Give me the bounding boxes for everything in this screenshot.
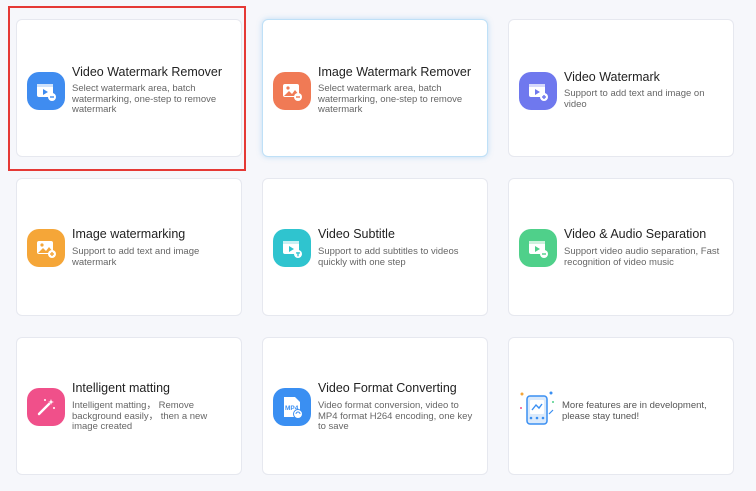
video-watermark-remover-icon	[27, 72, 65, 110]
card-description: Support video audio separation, Fast rec…	[564, 246, 720, 268]
video-audio-separation-icon	[519, 229, 557, 267]
card-description: Support to add text and image watermark	[72, 246, 200, 268]
card-title: Video Watermark	[564, 70, 660, 84]
video-watermark-icon	[519, 72, 557, 110]
image-watermark-remover-icon	[273, 72, 311, 110]
card-title: Intelligent matting	[72, 381, 170, 395]
in-development-illustration-icon	[517, 388, 557, 428]
card-video-subtitle[interactable]: Video Subtitle Support to add subtitles …	[262, 178, 488, 316]
card-image-watermarking[interactable]: Image watermarking Support to add text a…	[16, 178, 242, 316]
card-title: Video Subtitle	[318, 227, 395, 241]
card-description: Select watermark area, batch watermarkin…	[318, 83, 463, 115]
card-title: Video & Audio Separation	[564, 227, 707, 241]
card-video-audio-separation[interactable]: Video & Audio Separation Support video a…	[508, 178, 734, 316]
card-description: Intelligent matting， Remove background e…	[72, 400, 208, 432]
card-title: Image watermarking	[72, 227, 186, 241]
card-description: Support to add text and image on video	[564, 88, 705, 110]
card-description: Video format conversion, video to MP4 fo…	[318, 400, 473, 432]
magic-wand-icon	[27, 388, 65, 426]
card-image-watermark-remover[interactable]: Image Watermark Remover Select watermark…	[262, 19, 488, 157]
card-description: Select watermark area, batch watermarkin…	[72, 83, 217, 115]
image-watermarking-icon	[27, 229, 65, 267]
card-title: Image Watermark Remover	[318, 65, 472, 79]
card-title: Video Watermark Remover	[72, 65, 223, 79]
card-in-development: More features are in development, please…	[508, 337, 734, 475]
video-subtitle-icon	[273, 229, 311, 267]
card-title: Video Format Converting	[318, 381, 457, 395]
card-intelligent-matting[interactable]: Intelligent matting Intelligent matting，…	[16, 337, 242, 475]
card-video-format-converting[interactable]: MP4 Video Format Converting Video format…	[262, 337, 488, 475]
card-video-watermark[interactable]: Video Watermark Support to add text and …	[508, 19, 734, 157]
card-video-watermark-remover[interactable]: Video Watermark Remover Select watermark…	[16, 19, 242, 157]
in-development-text: More features are in development, please…	[562, 400, 707, 422]
mp4-file-icon: MP4	[273, 388, 311, 426]
card-description: Support to add subtitles to videos quick…	[318, 246, 459, 268]
